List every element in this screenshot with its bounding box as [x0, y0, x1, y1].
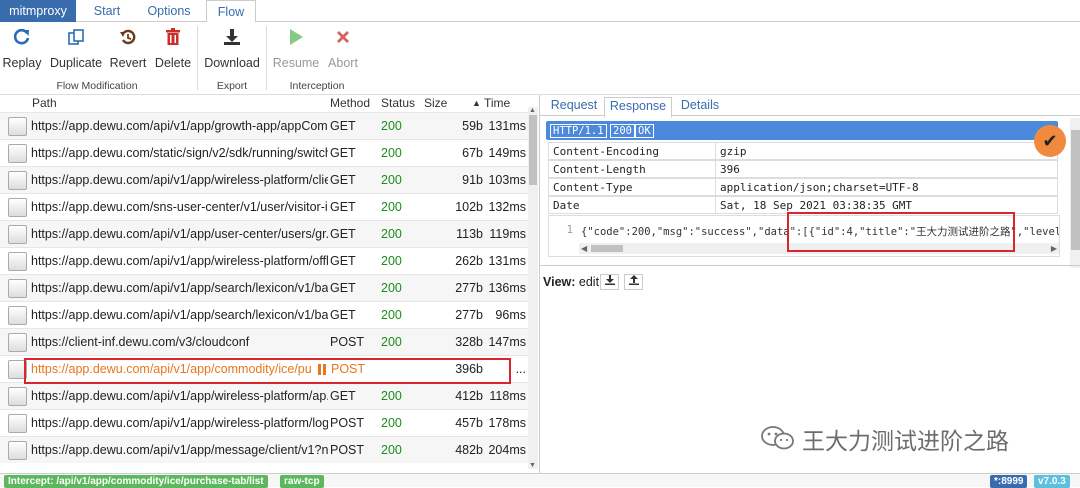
status-reason-badge: OK — [635, 124, 654, 138]
flow-icon — [8, 279, 27, 298]
intercept-filter-badge[interactable]: Intercept: /api/v1/app/commodity/ice/pur… — [4, 475, 268, 488]
flow-icon — [8, 252, 27, 271]
duplicate-button[interactable]: Duplicate — [50, 28, 102, 74]
detail-scrollbar[interactable] — [1070, 118, 1080, 268]
abort-button[interactable]: Abort — [324, 28, 362, 74]
line-number: 1 — [566, 224, 573, 236]
flow-table: Path Method Status Size ▲ Time https://a… — [0, 95, 538, 473]
flow-toolbar: Replay Duplicate Revert Delete Flow Modi… — [0, 22, 1080, 95]
watermark-text: 王大力测试进阶之路 — [802, 429, 1009, 455]
revert-button[interactable]: Revert — [108, 28, 148, 74]
flow-icon — [8, 225, 27, 244]
group-label-export: Export — [216, 80, 248, 92]
toolbar-divider — [266, 26, 267, 90]
group-label-flow-modification: Flow Modification — [56, 80, 138, 92]
tab-start[interactable]: Start — [80, 0, 134, 22]
download-icon[interactable] — [600, 274, 619, 290]
table-row[interactable]: https://app.dewu.com/sns-user-center/v1/… — [0, 193, 528, 220]
response-status-line: HTTP/1.1 200 OK — [546, 121, 1058, 140]
flow-table-scrollbar[interactable]: ▲ ▼ — [528, 107, 538, 469]
column-size[interactable]: Size — [424, 96, 447, 110]
play-icon — [272, 28, 320, 50]
table-row[interactable]: https://app.dewu.com/api/v1/app/wireless… — [0, 382, 528, 409]
flow-icon — [8, 144, 27, 163]
toolbar-divider — [197, 26, 198, 90]
highlight-box — [24, 358, 511, 384]
detail-tabs: Request Response Details — [540, 95, 1080, 118]
table-row[interactable]: https://app.dewu.com/api/v1/app/search/l… — [0, 274, 528, 301]
flow-icon — [8, 171, 27, 190]
column-method[interactable]: Method — [330, 96, 370, 110]
table-row[interactable]: https://client-inf.dewu.com/v3/cloudconf… — [0, 328, 528, 355]
table-row[interactable]: https://app.dewu.com/api/v1/app/wireless… — [0, 247, 528, 274]
column-status[interactable]: Status — [381, 96, 415, 110]
wechat-icon — [761, 426, 794, 450]
header-row: Content-Type application/json;charset=UT… — [548, 178, 1058, 196]
flow-icon — [8, 441, 27, 460]
scroll-left-icon[interactable]: ◀ — [581, 243, 587, 254]
download-button[interactable]: Download — [203, 28, 261, 74]
listen-address-badge: *:8999 — [990, 475, 1028, 488]
column-path[interactable]: Path — [32, 96, 57, 110]
flow-icon — [8, 414, 27, 433]
table-row[interactable]: https://app.dewu.com/api/v1/app/wireless… — [0, 409, 528, 436]
status-bar: Intercept: /api/v1/app/commodity/ice/pur… — [0, 473, 1080, 488]
scrollbar-thumb[interactable] — [591, 245, 623, 252]
tab-options[interactable]: Options — [138, 0, 200, 22]
resume-button[interactable]: Resume — [272, 28, 320, 74]
flow-icon — [8, 387, 27, 406]
brand-tab[interactable]: mitmproxy — [0, 0, 76, 22]
tab-response[interactable]: Response — [604, 97, 672, 118]
header-row: Content-Encoding gzip — [548, 142, 1058, 160]
scroll-up-icon[interactable]: ▲ — [529, 107, 536, 114]
scrollbar-thumb[interactable] — [529, 115, 537, 185]
highlight-box — [787, 212, 1015, 252]
group-label-interception: Interception — [289, 80, 345, 92]
tab-flow[interactable]: Flow — [206, 0, 256, 23]
divider — [540, 265, 1080, 266]
upload-icon[interactable] — [624, 274, 643, 290]
mode-badge: raw-tcp — [280, 475, 324, 488]
refresh-icon — [2, 28, 42, 50]
scroll-down-icon[interactable]: ▼ — [529, 462, 536, 469]
delete-button[interactable]: Delete — [154, 28, 192, 74]
http-version-badge: HTTP/1.1 — [550, 124, 607, 138]
flow-icon — [8, 117, 27, 136]
status-code-badge: 200 — [610, 124, 635, 138]
header-row: Content-Length 396 — [548, 160, 1058, 178]
sort-ascending-icon: ▲ — [472, 98, 481, 108]
flow-icon — [8, 333, 27, 352]
flow-icon — [8, 198, 27, 217]
times-icon — [324, 28, 362, 50]
column-time[interactable]: Time — [484, 96, 510, 110]
flow-detail-pane: Request Response Details HTTP/1.1 200 OK… — [539, 95, 1080, 473]
check-icon[interactable]: ✔ — [1034, 125, 1066, 157]
table-row[interactable]: https://app.dewu.com/api/v1/app/search/l… — [0, 301, 528, 328]
view-mode-value[interactable]: edit — [579, 275, 599, 289]
scrollbar-thumb[interactable] — [1071, 130, 1080, 250]
version-badge: v7.0.3 — [1034, 475, 1070, 488]
table-row[interactable]: https://app.dewu.com/api/v1/app/message/… — [0, 436, 528, 463]
tab-request[interactable]: Request — [544, 97, 604, 116]
download-icon — [203, 28, 261, 50]
history-icon — [108, 28, 148, 50]
flow-icon — [8, 306, 27, 325]
table-row[interactable]: https://app.dewu.com/api/v1/app/user-cen… — [0, 220, 528, 247]
table-row[interactable]: https://app.dewu.com/api/v1/app/growth-a… — [0, 112, 528, 139]
scroll-right-icon[interactable]: ▶ — [1051, 243, 1057, 254]
tab-details[interactable]: Details — [674, 97, 726, 116]
replay-button[interactable]: Replay — [2, 28, 42, 74]
flow-table-header: Path Method Status Size ▲ Time — [0, 95, 528, 113]
trash-icon — [154, 28, 192, 50]
copy-icon — [50, 28, 102, 50]
table-row[interactable]: https://app.dewu.com/static/sign/v2/sdk/… — [0, 139, 528, 166]
view-mode-bar: View: edit — [543, 275, 600, 289]
top-tab-bar: mitmproxy Start Options Flow — [0, 0, 1080, 23]
table-row[interactable]: https://app.dewu.com/api/v1/app/wireless… — [0, 166, 528, 193]
